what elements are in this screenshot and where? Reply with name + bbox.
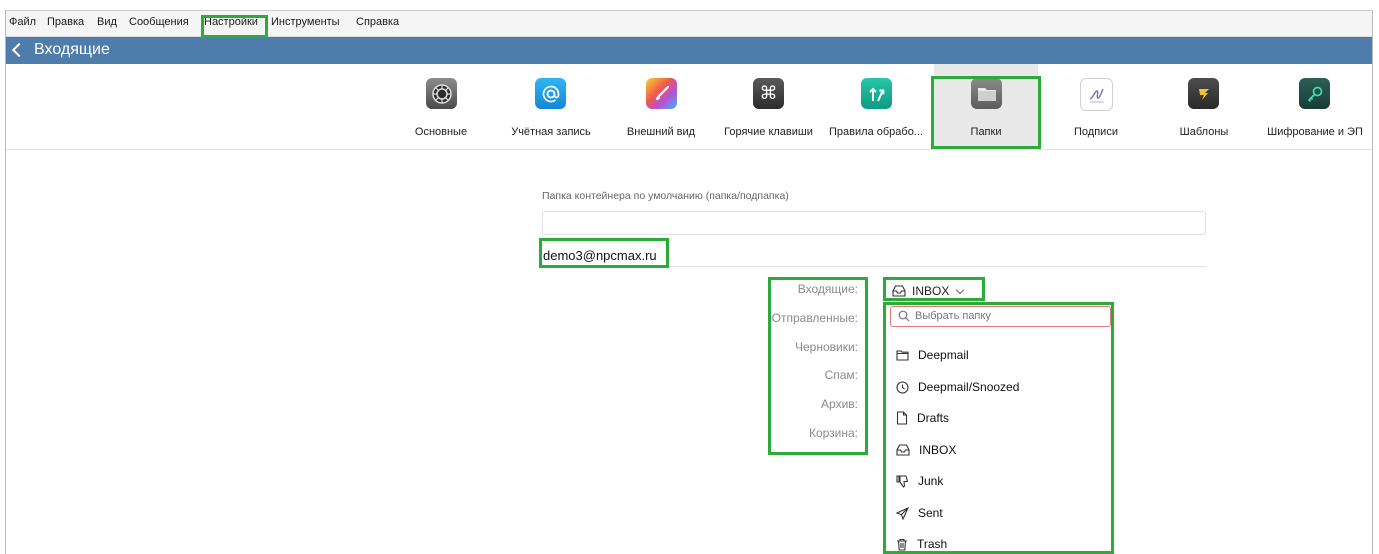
menu-edit[interactable]: Правка: [47, 16, 84, 28]
tab-appearance[interactable]: Внешний вид: [616, 64, 706, 149]
tab-label: Подписи: [1074, 126, 1118, 138]
folder-search-input[interactable]: [915, 308, 1100, 323]
dropdown-item-deepmail[interactable]: Deepmail: [896, 345, 969, 365]
dropdown-item-junk[interactable]: Junk: [896, 471, 943, 491]
dropdown-item-label: Deepmail/Snoozed: [918, 380, 1020, 394]
folder-dropdown: Deepmail Deepmail/Snoozed Drafts INBOX J…: [886, 304, 1112, 554]
dropdown-item-drafts[interactable]: Drafts: [896, 408, 949, 428]
rules-arrows-icon: [861, 78, 892, 109]
tab-general[interactable]: Основные: [406, 64, 476, 149]
trash-icon: [897, 538, 907, 551]
divider: [542, 266, 1206, 267]
dropdown-item-label: Deepmail: [918, 348, 969, 362]
menu-view[interactable]: Вид: [97, 16, 117, 28]
dropdown-item-deepmail-snoozed[interactable]: Deepmail/Snoozed: [896, 377, 1019, 397]
menu-tools[interactable]: Инструменты: [271, 16, 340, 28]
settings-toolbar: Основные Учётная запись Внешний вид ⌘ Го…: [6, 64, 1372, 150]
inbox-field-label: Входящие:: [797, 282, 858, 296]
chevron-down-icon: [956, 285, 965, 294]
menu-settings[interactable]: Настройки: [204, 16, 258, 28]
drafts-field-label: Черновики:: [794, 340, 858, 354]
template-icon: [1188, 78, 1219, 109]
tab-signatures[interactable]: Подписи: [1056, 64, 1136, 149]
inbox-tray-icon: [892, 285, 906, 297]
dropdown-item-sent[interactable]: Sent: [896, 503, 943, 523]
spam-field-label: Спам:: [824, 368, 858, 382]
sent-field-label: Отправленные:: [771, 311, 858, 325]
folder-icon: [896, 350, 909, 361]
dropdown-item-label: Drafts: [917, 411, 950, 425]
thumbs-down-icon: [896, 474, 909, 488]
mail-client-window: Файл Правка Вид Сообщения Настройки Инст…: [5, 10, 1373, 554]
tab-label: Учётная запись: [511, 126, 591, 138]
tab-label: Шаблоны: [1179, 126, 1229, 138]
tab-label: Основные: [414, 126, 468, 138]
tab-rules[interactable]: Правила обрабо...: [821, 64, 931, 149]
folder-search: [890, 306, 1111, 327]
chevron-left-icon[interactable]: [11, 42, 27, 58]
menu-help[interactable]: Справка: [356, 16, 399, 28]
inbox-folder-select[interactable]: INBOX: [892, 282, 965, 300]
tab-label: Шифрование и ЭП: [1267, 126, 1363, 138]
dropdown-item-label: Trash: [917, 537, 948, 551]
menu-bar: Файл Правка Вид Сообщения Настройки Инст…: [6, 10, 1372, 37]
inbox-select-value: INBOX: [912, 284, 950, 298]
brush-icon: [646, 78, 677, 109]
clock-icon: [896, 380, 909, 394]
dropdown-item-inbox[interactable]: INBOX: [896, 440, 956, 460]
tab-encryption[interactable]: Шифрование и ЭП: [1261, 64, 1369, 149]
tab-label: Внешний вид: [626, 126, 696, 138]
send-plane-icon: [896, 506, 909, 520]
inbox-tray-icon: [896, 444, 910, 456]
account-email: demo3@npcmax.ru: [543, 248, 657, 263]
container-folder-label: Папка контейнера по умолчанию (папка/под…: [542, 190, 789, 202]
tab-hotkeys[interactable]: ⌘ Горячие клавиши: [716, 64, 821, 149]
search-icon: [898, 310, 910, 322]
gear-icon: [426, 78, 457, 109]
trash-field-label: Корзина:: [808, 426, 858, 440]
at-sign-icon: [535, 78, 566, 109]
draft-document-icon: [896, 411, 908, 425]
dropdown-item-label: Junk: [918, 474, 944, 488]
folder-icon: [971, 78, 1002, 109]
page-title: Входящие: [34, 41, 110, 58]
dropdown-item-trash[interactable]: Trash: [896, 534, 947, 554]
title-bar: Входящие: [6, 37, 1372, 64]
tab-account[interactable]: Учётная запись: [501, 64, 601, 149]
tab-label: Горячие клавиши: [724, 126, 813, 138]
menu-messages[interactable]: Сообщения: [129, 16, 189, 28]
signature-icon: [1080, 78, 1113, 111]
key-icon: [1299, 78, 1330, 109]
archive-field-label: Архив:: [821, 397, 858, 411]
tab-templates[interactable]: Шаблоны: [1164, 64, 1244, 149]
tab-label: Папки: [970, 126, 1002, 138]
container-folder-input[interactable]: [542, 211, 1206, 235]
dropdown-item-label: INBOX: [919, 443, 957, 457]
dropdown-item-label: Sent: [918, 506, 943, 520]
command-key-icon: ⌘: [753, 78, 784, 109]
tab-folders[interactable]: Папки: [934, 64, 1038, 149]
menu-file[interactable]: Файл: [9, 16, 36, 28]
tab-label: Правила обрабо...: [829, 126, 923, 138]
